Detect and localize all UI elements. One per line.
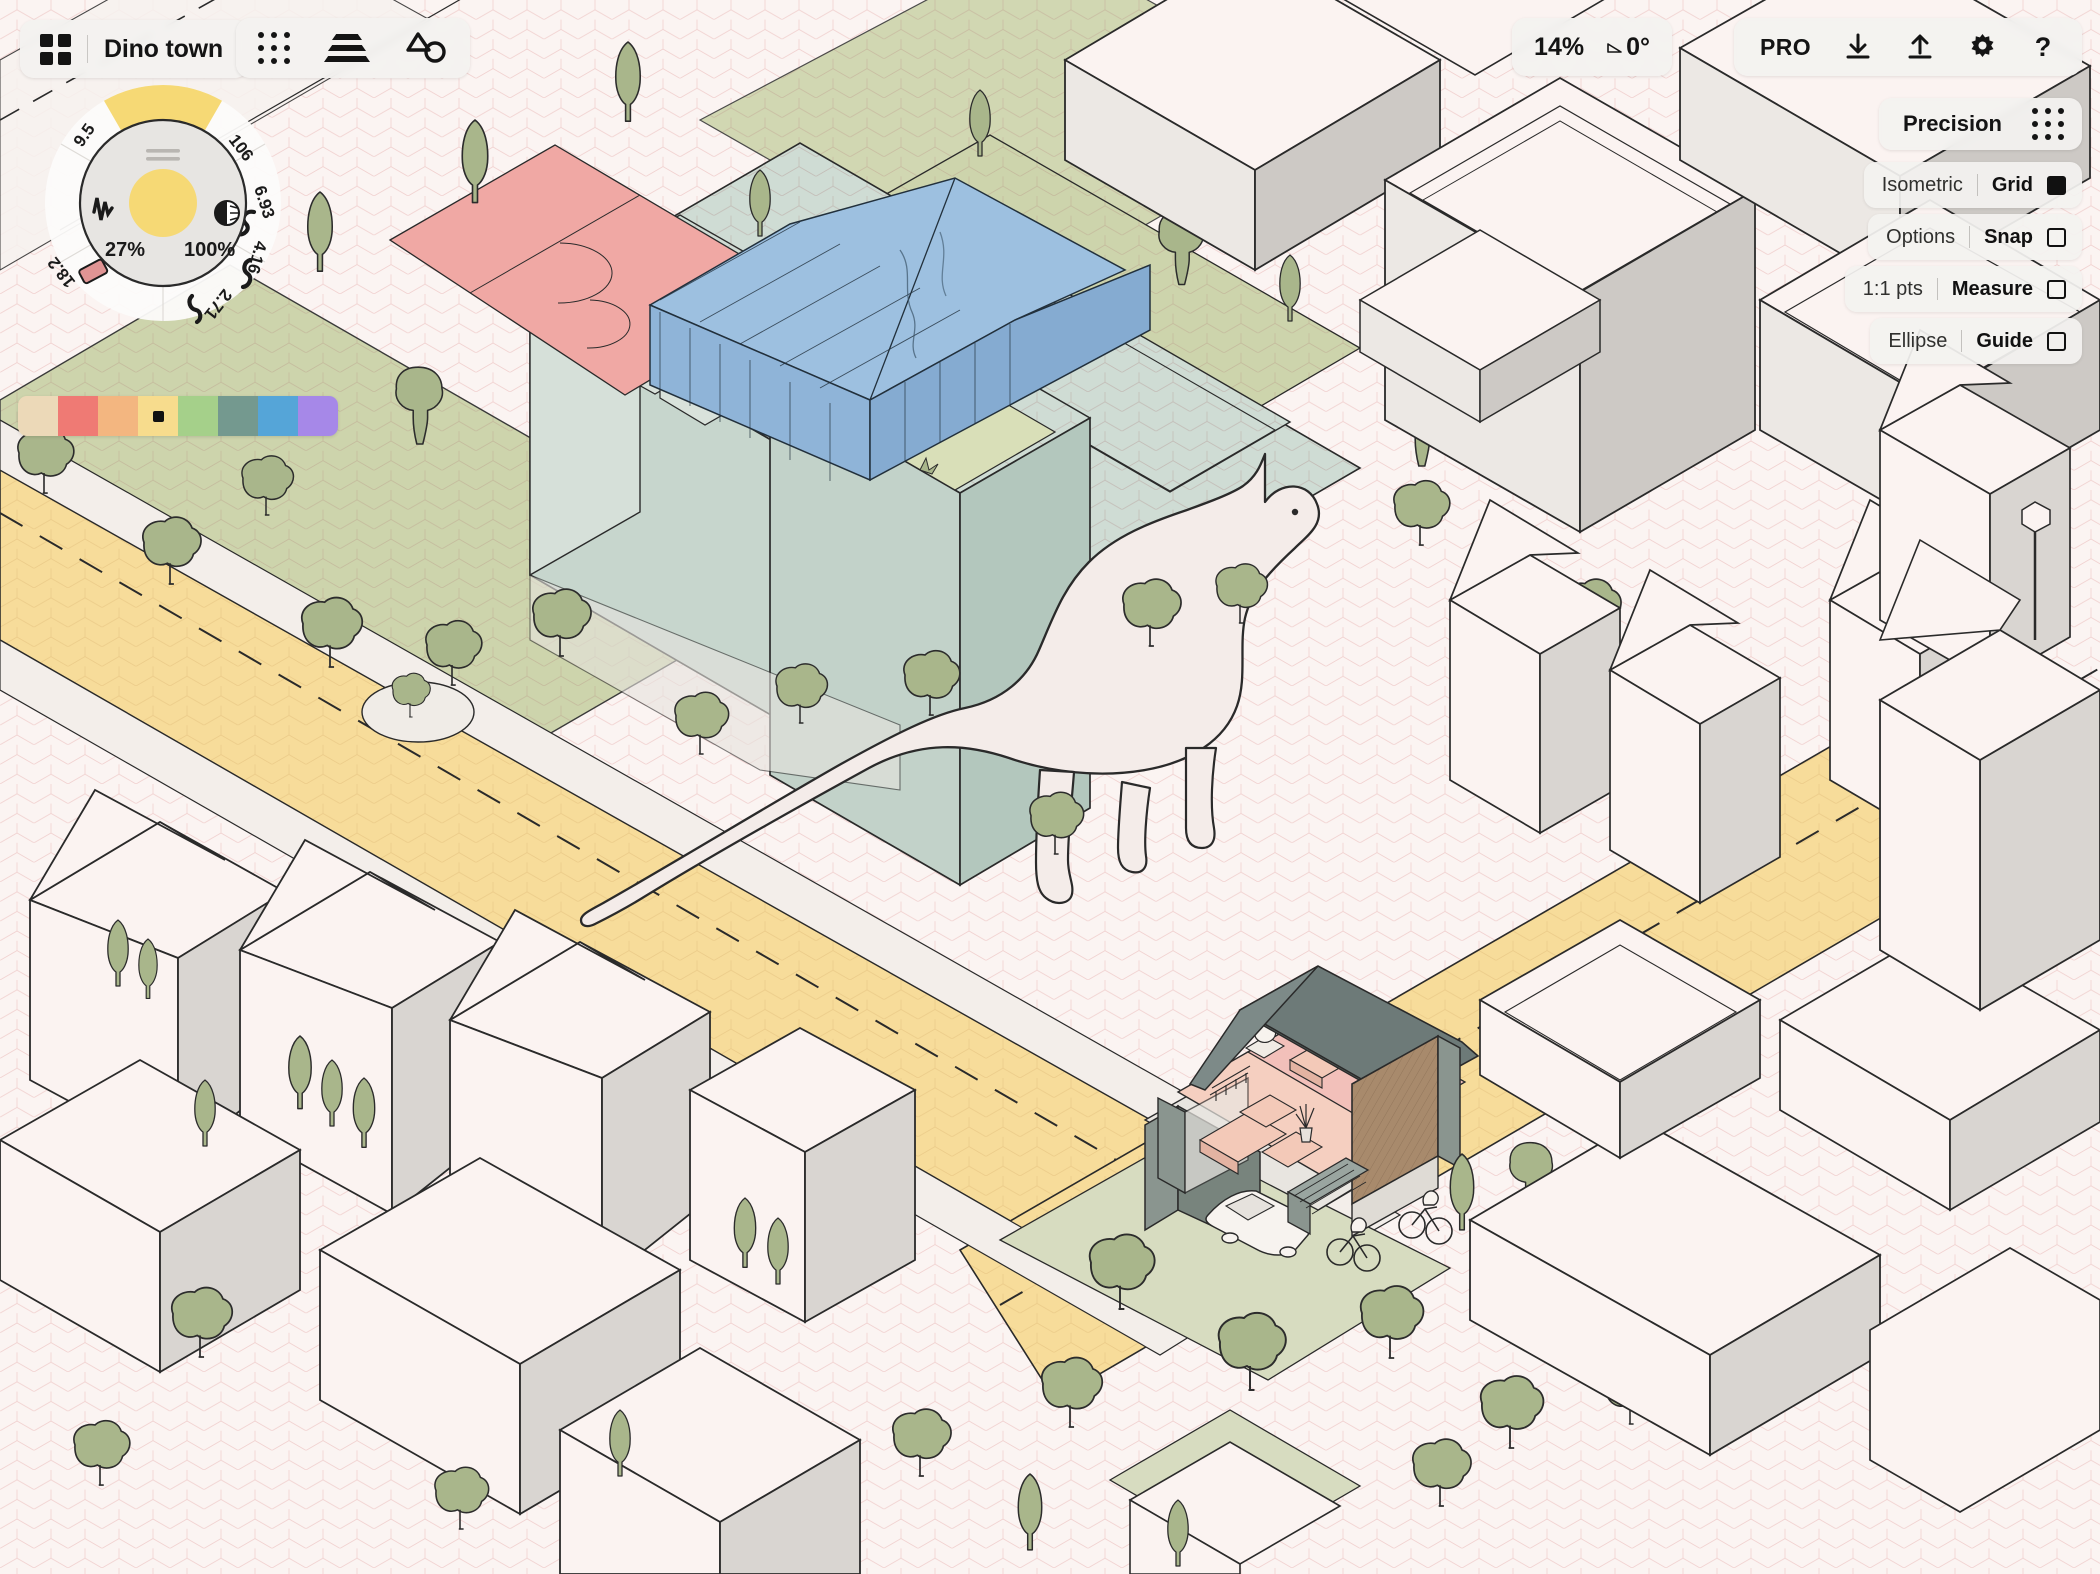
layers-icon[interactable] [324,34,370,62]
precision-row-value: Snap [1984,225,2033,248]
page-title[interactable]: Dino town [104,35,223,64]
brush-size-value: 100% [184,239,235,261]
radial-brush-dial[interactable]: 9.5 106 6.93 4.16 2.71 18.2 27% 100% [42,82,284,325]
grid-checkbox[interactable] [2047,175,2066,195]
precision-row-value: Grid [1991,173,2033,196]
precision-panel-header: Precision [1878,98,2082,150]
precision-row-label: Isometric [1881,173,1963,196]
swatch-green[interactable] [178,396,218,436]
snap-checkbox[interactable] [2047,227,2066,247]
swatch-sand[interactable] [18,396,58,436]
swatch-yellow[interactable] [138,396,178,436]
scene-drawing [0,0,2100,1574]
swatch-orange[interactable] [98,396,138,436]
pro-badge[interactable]: PRO [1760,34,1811,61]
color-palette[interactable] [18,396,338,436]
isometric-city-canvas[interactable] [0,0,2100,1574]
document-title-bar: Dino town [20,20,250,78]
precision-row-options-snap[interactable]: Options Snap [1868,214,2082,260]
dots-grid-icon[interactable] [2032,108,2064,140]
divider [1961,330,1963,352]
divider [1969,226,1971,248]
contrast-icon[interactable] [214,200,240,226]
swatch-purple[interactable] [298,396,338,436]
shapes-icon[interactable] [404,31,448,65]
dots-grid-icon[interactable] [258,32,290,64]
zoom-level[interactable]: 14% [1534,33,1584,62]
precision-row-value: Guide [1976,329,2033,352]
rotation-angle[interactable]: 0° [1626,33,1650,62]
svg-text:?: ? [2035,32,2052,62]
precision-row-label: 1:1 pts [1862,277,1923,300]
gear-icon[interactable] [1967,32,1998,63]
precision-title: Precision [1902,111,2002,136]
precision-row-value: Measure [1951,277,2033,300]
tools-bar [236,18,470,78]
current-color-swatch[interactable] [129,169,197,237]
divider [1976,174,1978,196]
upload-icon[interactable] [1905,32,1935,62]
actions-bar: PRO ? [1733,18,2082,76]
help-icon[interactable]: ? [2030,32,2056,62]
app-root: Dino town 14% 0° PRO ? Precision Isometr… [0,0,2100,1574]
swatch-blue[interactable] [258,396,298,436]
precision-row-label: Ellipse [1888,329,1948,352]
viewport-status: 14% 0° [1512,18,1672,76]
download-icon[interactable] [1843,32,1873,62]
precision-row-points-measure[interactable]: 1:1 pts Measure [1844,266,2082,312]
divider [1936,278,1938,300]
guide-checkbox[interactable] [2047,331,2066,351]
precision-row-isometric-grid[interactable]: Isometric Grid [1863,162,2082,208]
brush-opacity-value: 27% [105,239,145,261]
swatch-teal[interactable] [218,396,258,436]
angle-icon [1607,42,1622,53]
measure-checkbox[interactable] [2047,279,2066,299]
divider [87,35,88,63]
grid-2x2-icon[interactable] [40,33,71,65]
precision-row-ellipse-guide[interactable]: Ellipse Guide [1870,318,2082,364]
swatch-red[interactable] [58,396,98,436]
precision-row-label: Options [1886,225,1956,248]
